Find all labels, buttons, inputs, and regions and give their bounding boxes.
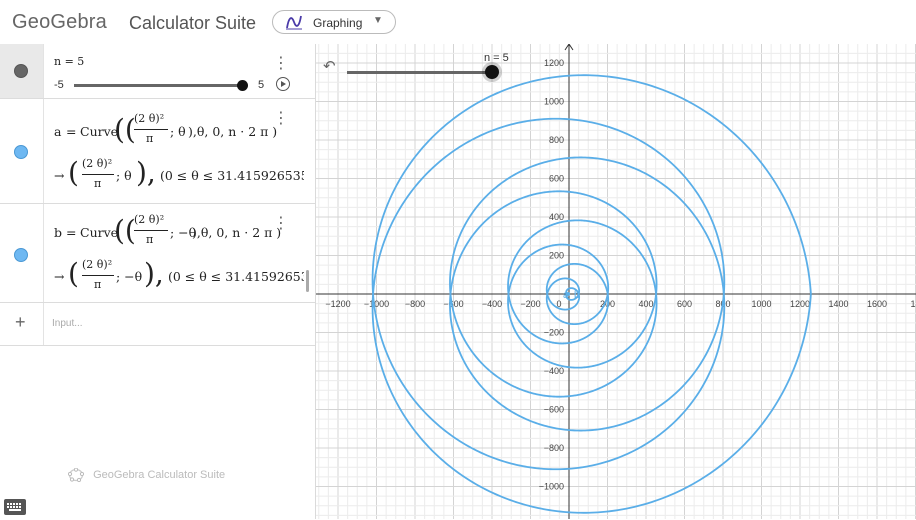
x-tick-label: 1400 <box>828 299 848 309</box>
keyboard-glyph <box>7 503 21 511</box>
algebra-item-a[interactable]: ⋮ a = Curve (( (2 θ)² π ; θ ),θ, 0, n · … <box>0 99 315 204</box>
result-b: → ( (2 θ)² π ; −θ ), (0 ≤ θ ≤ 31.4159265… <box>54 258 304 291</box>
visibility-toggle-b[interactable] <box>14 248 28 262</box>
graphics-view[interactable]: −1200 −1000 −800 −600 −400 −200 0 200 400 600 800 1… <box>316 44 916 519</box>
visibility-toggle-a[interactable] <box>14 145 28 159</box>
algebra-item-b[interactable]: ⋮ b = Curve (( (2 θ)² π ; −θ ),θ, 0, n ·… <box>0 204 315 303</box>
marble-column <box>0 44 44 98</box>
y-tick-label: −600 <box>544 405 564 415</box>
algebra-view: n = 5 ⋮ -5 5 ⋮ a = Curve (( (2 θ)² π ; θ… <box>0 44 316 519</box>
slider-label: n = 5 <box>54 55 85 68</box>
undo-icon[interactable]: ↶ <box>323 57 336 75</box>
slider-track[interactable] <box>74 84 244 87</box>
y-tick-label: −200 <box>544 328 564 338</box>
y-tick-label: 800 <box>549 135 564 145</box>
chevron-down-icon: ▼ <box>373 15 383 26</box>
x-tick-label: 18 <box>910 299 916 309</box>
grid-lines <box>316 44 916 519</box>
x-tick-label: −400 <box>482 299 502 309</box>
curve-b[interactable] <box>371 74 812 471</box>
plus-icon[interactable]: + <box>15 312 26 333</box>
curve-a[interactable] <box>371 117 812 514</box>
y-tick-label: −800 <box>544 443 564 453</box>
x-tick-label: 1600 <box>867 299 887 309</box>
keyboard-icon[interactable] <box>4 499 26 515</box>
x-tick-label: 1200 <box>790 299 810 309</box>
graph-icon <box>286 15 302 30</box>
y-tick-label: 1000 <box>544 97 564 107</box>
x-tick-label: 400 <box>638 299 653 309</box>
app-selector-label: Graphing <box>313 16 363 30</box>
graphics-slider-label: n = 5 <box>484 52 509 64</box>
y-tick-label: 200 <box>549 251 564 261</box>
visibility-toggle-n[interactable] <box>14 64 28 78</box>
x-tick-label: −1000 <box>364 299 389 309</box>
x-tick-label: −800 <box>405 299 425 309</box>
more-options-icon[interactable]: ⋮ <box>273 56 289 72</box>
app-selector-dropdown[interactable]: Graphing ▼ <box>272 10 396 34</box>
slider-max-label: 5 <box>258 79 265 91</box>
y-tick-label: 1200 <box>544 58 564 68</box>
marble-column: + <box>0 303 44 345</box>
y-tick-label: 400 <box>549 212 564 222</box>
graphics-slider-handle[interactable] <box>485 65 499 79</box>
app-header: GeoGebra Calculator Suite Graphing ▼ <box>0 0 916 44</box>
x-tick-label: 1000 <box>751 299 771 309</box>
y-tick-label: −1000 <box>539 482 564 492</box>
marble-column <box>0 204 44 302</box>
geogebra-logo-icon <box>67 467 85 483</box>
watermark: GeoGebra Calculator Suite <box>67 467 225 483</box>
y-tick-label: −400 <box>544 366 564 376</box>
slider-row[interactable]: n = 5 ⋮ -5 5 <box>0 44 315 99</box>
geogebra-logo[interactable]: GeoGebra <box>12 11 107 34</box>
y-tick-label: 600 <box>549 174 564 184</box>
marble-column <box>0 99 44 203</box>
x-tick-label: 600 <box>677 299 692 309</box>
slider-handle[interactable] <box>237 80 248 91</box>
definition-a: a = Curve (( (2 θ)² π ; θ ),θ, 0, n · 2 … <box>54 112 278 146</box>
x-tick-label: −200 <box>520 299 540 309</box>
graph-canvas[interactable]: −1200 −1000 −800 −600 −400 −200 0 200 400 600 800 1… <box>316 44 916 519</box>
input-field[interactable]: Input... <box>52 318 83 329</box>
definition-b: b = Curve (( (2 θ)² π ; −θ ),θ, 0, n · 2… <box>54 213 282 247</box>
graphics-slider-track[interactable] <box>347 71 493 74</box>
curve-label-a: a <box>563 290 569 301</box>
play-icon[interactable] <box>276 77 290 91</box>
input-row[interactable]: + Input... <box>0 303 315 346</box>
x-tick-label: −1200 <box>325 299 350 309</box>
scrollbar-thumb[interactable] <box>306 270 309 292</box>
slider-min-label: -5 <box>54 79 64 91</box>
curve-label-b: b <box>574 290 580 301</box>
app-title: Calculator Suite <box>129 13 257 33</box>
result-a: → ( (2 θ)² π ; θ ), (0 ≤ θ ≤ 31.41592653… <box>54 157 304 190</box>
x-tick-label: −600 <box>443 299 463 309</box>
